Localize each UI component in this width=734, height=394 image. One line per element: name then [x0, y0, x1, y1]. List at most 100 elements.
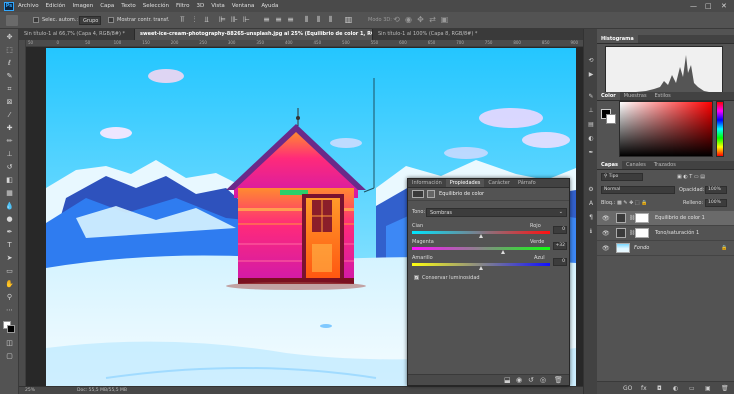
clone-stamp-icon[interactable]: ⊥	[5, 150, 14, 159]
tone-dropdown[interactable]: Sombras ⌄	[426, 208, 567, 217]
align-center-icon[interactable]: ⊪	[230, 15, 239, 25]
preserve-luminosity-checkbox[interactable]: ✓	[414, 275, 419, 280]
layer-mask-thumbnail[interactable]	[635, 213, 649, 223]
menu-archivo[interactable]: Archivo	[18, 3, 39, 9]
slider-cian-rojo-thumb[interactable]	[478, 234, 483, 238]
tab-document-1[interactable]: Sin título-1 al 66,7% (Capa 4, RGB/8#) *	[19, 29, 135, 40]
menu-vista[interactable]: Vista	[211, 3, 225, 9]
fx-icon[interactable]: fx	[641, 385, 647, 392]
path-select-icon[interactable]: ➤	[5, 254, 14, 263]
link-layers-icon[interactable]: GO	[623, 385, 632, 392]
show-transform-checkbox[interactable]	[108, 17, 114, 23]
screen-mode-icon[interactable]: ▢	[5, 352, 14, 361]
libraries-icon[interactable]: ▤	[587, 121, 595, 129]
move-tool-icon[interactable]	[6, 15, 18, 26]
history-panel-icon[interactable]: ⟲	[587, 57, 595, 65]
close-button[interactable]: ✕	[721, 2, 727, 10]
menu-ayuda[interactable]: Ayuda	[261, 3, 278, 9]
history-brush-icon[interactable]: ↺	[5, 163, 14, 172]
clip-to-layer-icon[interactable]: ⬓	[504, 376, 511, 384]
paths-icon[interactable]: ✒	[587, 149, 595, 157]
layer-name[interactable]: Equilibrio de color 1	[655, 215, 705, 221]
tab-histograma[interactable]: Histograma	[597, 35, 638, 43]
visibility-icon[interactable]: ◎	[540, 376, 546, 384]
healing-icon[interactable]: ✚	[5, 124, 14, 133]
trash-icon[interactable]: 🗑	[721, 385, 729, 392]
auto-select-dropdown[interactable]: Grupo	[79, 16, 101, 25]
pan-3d-icon[interactable]: ✥	[416, 15, 425, 25]
quick-select-icon[interactable]: ✎	[5, 72, 14, 81]
crop-icon[interactable]: ⌗	[5, 85, 14, 94]
distribute-bottom-icon[interactable]: ≡	[286, 15, 295, 25]
brush-settings-icon[interactable]: ✎	[587, 93, 595, 101]
info-panel-icon[interactable]: ℹ	[587, 228, 595, 236]
frame-icon[interactable]: ⊠	[5, 98, 14, 107]
slider-magenta-verde-value[interactable]: +32	[553, 242, 567, 250]
tab-trazados[interactable]: Trazados	[650, 161, 680, 169]
clone-source-icon[interactable]: ⊥	[587, 107, 595, 115]
background-color[interactable]	[606, 114, 616, 124]
gradient-icon[interactable]: ▦	[5, 189, 14, 198]
layer-filter-dropdown[interactable]: ⚲ Tipo	[601, 173, 643, 181]
distribute-top-icon[interactable]: ≡	[262, 15, 271, 25]
layer-row[interactable]: 👁 Fondo 🔒	[597, 241, 734, 256]
fill-input[interactable]: 100%	[705, 199, 727, 207]
auto-select-checkbox[interactable]	[33, 17, 39, 23]
menu-texto[interactable]: Texto	[121, 3, 136, 9]
align-top-icon[interactable]: ⫪	[178, 15, 187, 25]
align-bottom-icon[interactable]: ⫫	[202, 15, 211, 25]
distribute-right-icon[interactable]: ⦀	[326, 15, 335, 25]
distribute-center-icon[interactable]: ⦀	[314, 15, 323, 25]
auto-align-icon[interactable]: ▥	[344, 15, 353, 25]
eye-icon[interactable]: 👁	[602, 230, 610, 237]
blur-icon[interactable]: 💧	[5, 202, 14, 211]
menu-filtro[interactable]: Filtro	[176, 3, 189, 9]
roll-3d-icon[interactable]: ◉	[404, 15, 413, 25]
character-panel-icon[interactable]: A	[587, 200, 595, 208]
color-picker-field[interactable]	[619, 101, 713, 157]
menu-ventana[interactable]: Ventana	[232, 3, 255, 9]
tab-estilos[interactable]: Estilos	[651, 92, 675, 100]
hand-icon[interactable]: ✋	[5, 280, 14, 289]
distribute-middle-icon[interactable]: ≡	[274, 15, 283, 25]
align-right-icon[interactable]: ⊩	[242, 15, 251, 25]
slide-3d-icon[interactable]: ⇄	[428, 15, 437, 25]
add-mask-icon[interactable]: ◘	[657, 385, 662, 392]
lasso-icon[interactable]: ℓ	[5, 59, 14, 68]
foreground-color-swatch[interactable]	[7, 325, 15, 333]
mask-icon[interactable]	[427, 190, 435, 198]
actions-panel-icon[interactable]: ▶	[587, 71, 595, 79]
reset-icon[interactable]: ↺	[528, 376, 534, 384]
shape-icon[interactable]: ▭	[5, 267, 14, 276]
group-icon[interactable]: ▭	[689, 385, 695, 392]
tab-document-active[interactable]: sweet-ice-cream-photography-88265-unspla…	[135, 29, 373, 40]
zoom-icon[interactable]: ⚲	[5, 293, 14, 302]
brush-icon[interactable]: ✏	[5, 137, 14, 146]
adjustment-layer-icon[interactable]: ◐	[673, 385, 678, 392]
tab-propiedades[interactable]: Propiedades	[445, 179, 485, 187]
eye-icon[interactable]: 👁	[602, 245, 610, 252]
properties-panel-icon[interactable]: ⚙	[587, 186, 595, 194]
layer-mask-thumbnail[interactable]	[635, 228, 649, 238]
dodge-icon[interactable]: ●	[5, 215, 14, 224]
layer-row[interactable]: 👁 ⛓ Equilibrio de color 1	[597, 211, 734, 226]
trash-icon[interactable]: 🗑	[554, 376, 563, 384]
tab-capas[interactable]: Capas	[597, 161, 622, 169]
eye-icon[interactable]: 👁	[602, 215, 610, 222]
quick-mask-icon[interactable]: ◫	[5, 339, 14, 348]
opacity-input[interactable]: 100%	[705, 186, 727, 194]
layer-name[interactable]: Tono/saturación 1	[655, 230, 699, 236]
tab-color[interactable]: Color	[597, 92, 620, 100]
orbit-3d-icon[interactable]: ⟲	[392, 15, 401, 25]
menu-seleccion[interactable]: Selección	[143, 3, 169, 9]
blend-mode-dropdown[interactable]: Normal	[601, 186, 675, 194]
layer-row[interactable]: 👁 ⛓ Tono/saturación 1	[597, 226, 734, 241]
more-tools-icon[interactable]: ⋯	[5, 306, 14, 315]
tab-informacion[interactable]: Información	[408, 179, 446, 187]
paragraph-panel-icon[interactable]: ¶	[587, 214, 595, 222]
slider-cian-rojo-value[interactable]: 0	[553, 226, 567, 234]
marquee-icon[interactable]: ⬚	[5, 46, 14, 55]
pen-icon[interactable]: ✒	[5, 228, 14, 237]
zoom-level[interactable]: 25%	[25, 388, 35, 393]
align-middle-icon[interactable]: ⫶	[190, 15, 199, 25]
